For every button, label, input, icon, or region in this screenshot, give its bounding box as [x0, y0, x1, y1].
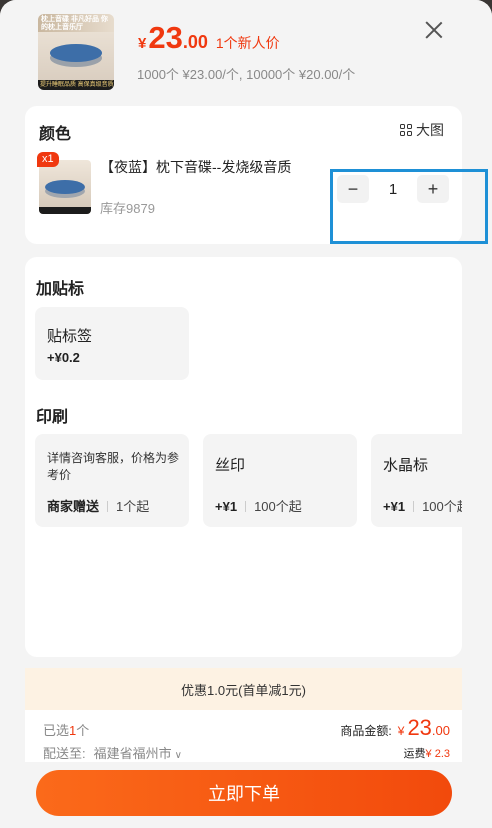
- newbie-price-label: 1个新人价: [215, 35, 280, 51]
- product-disc-image: [50, 44, 102, 62]
- chevron-down-icon: ∨: [174, 750, 182, 761]
- option-min-order: 1个起: [116, 499, 150, 514]
- tier-pricing: 1000个 ¥23.00/个, 10000个 ¥20.00/个: [137, 67, 356, 82]
- sku-name: 【夜蓝】枕下音碟--发烧级音质: [100, 159, 292, 175]
- sheet-header: 枕上音碟 非凡好品 你的枕上音乐厅 提升睡眠品质 高保真级音质 ¥ 23 .00…: [0, 0, 492, 100]
- amount-integer: 23: [407, 715, 432, 740]
- grid-icon: [400, 124, 412, 136]
- selected-unit: 个: [76, 723, 90, 738]
- highlight-box: [330, 169, 488, 244]
- amount-decimal: .00: [431, 723, 450, 738]
- options-section: 加贴标 贴标签 +¥0.2 印刷 详情咨询客服，价格为参考价 商家赠送 1个起 丝…: [25, 257, 462, 657]
- order-summary: 已选1个 配送至: 福建省福州市 ∨ 商品金额: ¥ 23 .00 运费¥ 2.3: [25, 710, 462, 762]
- price-currency: ¥: [138, 35, 147, 52]
- sku-disc-image: [45, 180, 85, 194]
- divider: [413, 501, 415, 512]
- product-thumbnail[interactable]: 枕上音碟 非凡好品 你的枕上音乐厅 提升睡眠品质 高保真级音质: [38, 14, 114, 90]
- sku-thumbnail[interactable]: [39, 160, 91, 214]
- sku-selector-sheet: 枕上音碟 非凡好品 你的枕上音乐厅 提升睡眠品质 高保真级音质 ¥ 23 .00…: [0, 0, 492, 828]
- option-sticker-label[interactable]: 贴标签 +¥0.2: [35, 307, 189, 380]
- freight: 运费¥ 2.3: [404, 745, 450, 761]
- option-price: +¥0.2: [47, 350, 80, 365]
- ship-to-selector[interactable]: 配送至: 福建省福州市 ∨: [43, 743, 182, 762]
- option-price: +¥1: [215, 499, 238, 514]
- print-section-title: 印刷: [36, 409, 69, 426]
- color-section-title: 颜色: [39, 126, 72, 143]
- thumbnail-footer-text: 提升睡眠品质 高保真级音质: [40, 82, 114, 88]
- option-silk-screen[interactable]: 丝印 +¥1 100个起: [203, 434, 357, 527]
- option-description: 详情咨询客服，价格为参考价: [47, 451, 180, 482]
- price-decimal: .00: [182, 32, 208, 52]
- sku-stock: 库存9879: [100, 201, 155, 216]
- label-section-title: 加贴标: [36, 281, 85, 298]
- sku-thumb-footer: [39, 207, 91, 214]
- thumbnail-banner-text: 枕上音碟 非凡好品 你的枕上音乐厅: [41, 16, 108, 31]
- option-price-row: 商家赠送 1个起: [47, 496, 149, 515]
- divider: [245, 501, 247, 512]
- option-print-consult[interactable]: 详情咨询客服，价格为参考价 商家赠送 1个起: [35, 434, 189, 527]
- option-price: 商家赠送: [47, 499, 100, 514]
- freight-label: 运费: [403, 748, 426, 760]
- close-icon[interactable]: [424, 20, 444, 40]
- price-integer: 23: [148, 20, 183, 55]
- option-price: +¥1: [383, 499, 406, 514]
- big-image-button[interactable]: 大图: [400, 120, 444, 140]
- option-name: 丝印: [215, 457, 246, 474]
- amount-label: 商品金额:: [340, 724, 392, 738]
- option-crystal-label[interactable]: 水晶标 +¥1 100个起: [371, 434, 462, 527]
- option-price-row: +¥1 100个起: [215, 496, 302, 515]
- ship-to-label: 配送至:: [43, 746, 86, 761]
- price-display: ¥ 23 .00 1个新人价: [138, 20, 280, 56]
- ship-to-address: 福建省福州市: [93, 746, 172, 761]
- place-order-button[interactable]: 立即下单: [36, 770, 452, 816]
- option-name: 水晶标: [383, 457, 429, 474]
- amount-currency: ¥: [397, 724, 405, 738]
- selected-count: 已选1个: [43, 720, 89, 739]
- promo-banner: 优惠1.0元(首单减1元): [25, 668, 462, 710]
- divider: [107, 501, 109, 512]
- selected-quantity-badge: x1: [37, 152, 59, 167]
- big-image-label: 大图: [416, 122, 444, 138]
- option-price-row: +¥1 100个起: [383, 496, 462, 515]
- goods-amount: 商品金额: ¥ 23 .00: [340, 715, 450, 741]
- option-name: 贴标签: [47, 328, 93, 345]
- selected-prefix: 已选: [43, 723, 70, 738]
- option-min-order: 100个起: [254, 499, 302, 514]
- option-min-order: 100个起: [422, 499, 462, 514]
- freight-value: ¥ 2.3: [425, 748, 450, 760]
